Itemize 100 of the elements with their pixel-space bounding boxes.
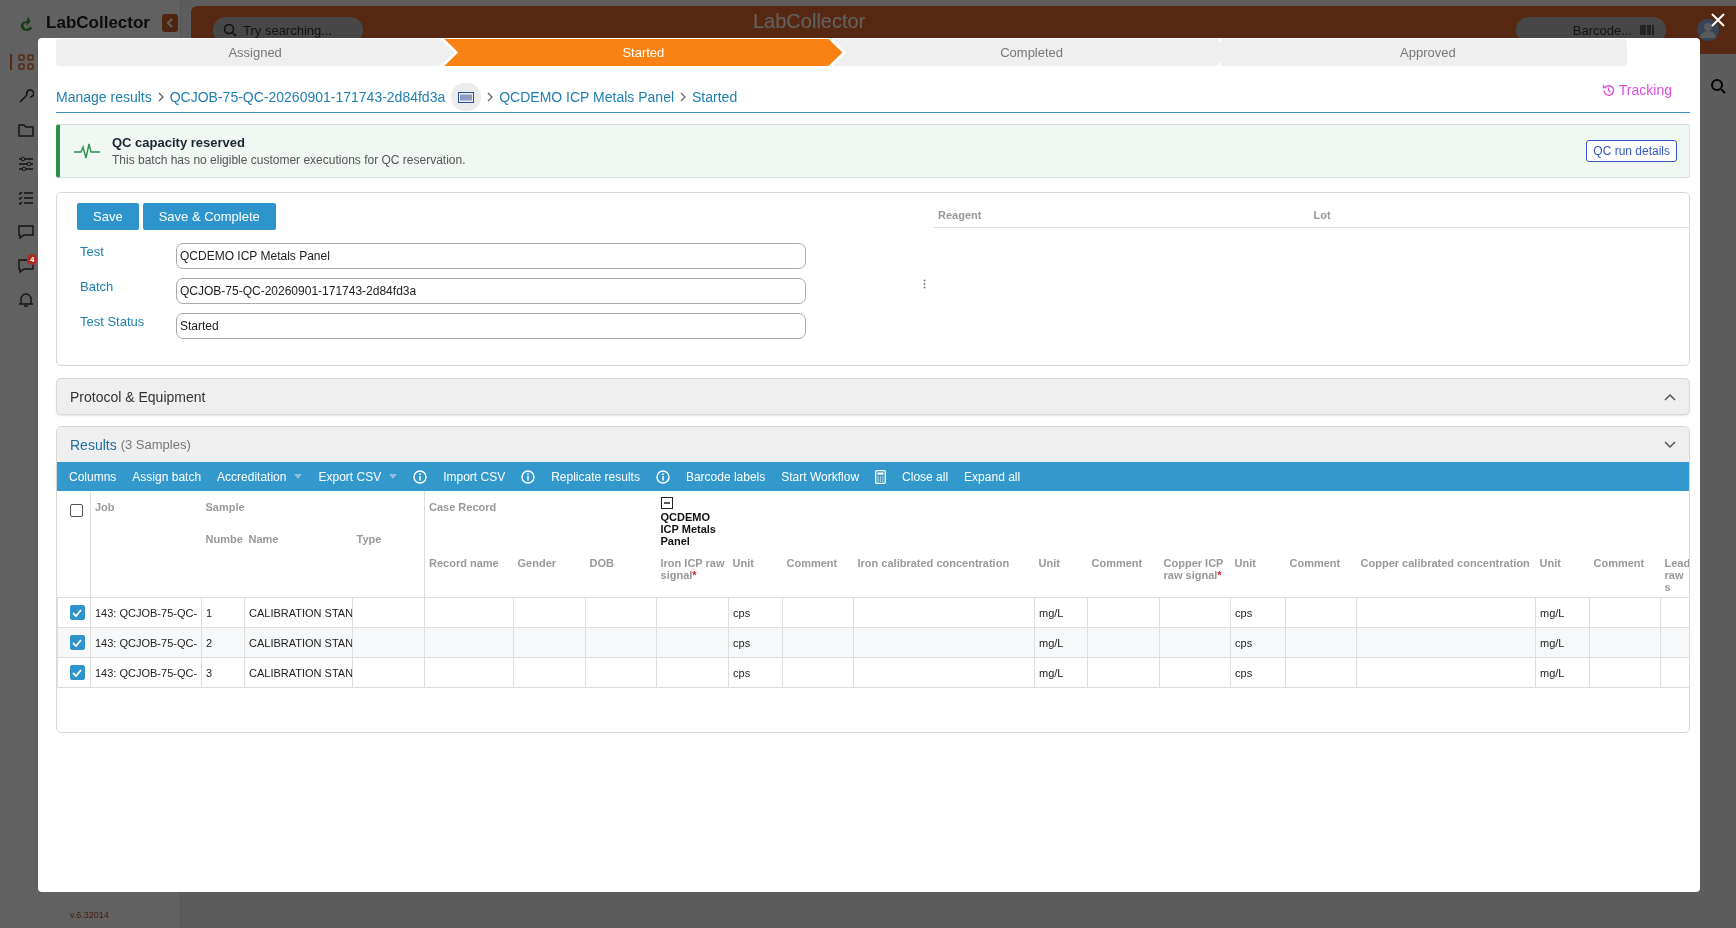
toolbar-button[interactable]: Expand all (964, 469, 1021, 484)
table-cell: 143: QCJOB-75-QC- (95, 636, 198, 649)
workflow-step[interactable]: Started (444, 39, 843, 66)
column-header: Comment (1289, 557, 1341, 569)
barcode-icon[interactable] (1640, 24, 1654, 36)
header-logo: LabCollector (753, 10, 866, 32)
collapse-icon[interactable] (660, 497, 673, 509)
column-header: Comment (1091, 557, 1143, 569)
wrench-icon[interactable] (18, 88, 34, 104)
column-header: Name (248, 533, 279, 545)
caret-icon[interactable] (294, 474, 303, 479)
toolbar-dropdown[interactable]: Accreditation (217, 469, 303, 484)
chevron-right-icon (157, 92, 164, 102)
table-cell: mg/L (1039, 666, 1064, 679)
column-header: Comment (1593, 557, 1645, 569)
chevron-icon[interactable] (1664, 392, 1676, 401)
breadcrumb-link[interactable]: QCDEMO ICP Metals Panel (499, 89, 675, 105)
table-cell: cps (1235, 606, 1253, 619)
info-icon[interactable] (655, 469, 670, 484)
table-cell: mg/L (1540, 666, 1565, 679)
column-header: Iron ICP raw signal* (660, 557, 725, 581)
field-label: Test Status (79, 314, 146, 329)
info-icon[interactable] (521, 469, 536, 484)
row-checkbox[interactable] (69, 665, 85, 680)
table-cell: 143: QCJOB-75-QC- (95, 666, 198, 679)
bell-icon[interactable] (18, 292, 34, 308)
toolbar-button[interactable]: Start Workflow (781, 469, 860, 484)
history-icon (1601, 83, 1615, 97)
table-cell: cps (733, 666, 751, 679)
toolbar-dropdown[interactable]: Export CSV (318, 469, 398, 484)
action-button[interactable]: Save (77, 203, 139, 230)
text-field[interactable]: QCJOB-75-QC-20260901-171743-2d84fd3a (176, 277, 806, 304)
collapse-sidebar-button[interactable] (161, 14, 178, 32)
section-title: Protocol & Equipment (70, 388, 206, 405)
field-label: Test (79, 244, 105, 259)
table-cell: cps (733, 636, 751, 649)
qc-run-details-button[interactable]: QC run details (1586, 140, 1677, 162)
sliders-icon[interactable] (18, 156, 34, 172)
workflow-step[interactable]: Assigned (56, 39, 455, 66)
barcode-button[interactable] (451, 83, 482, 111)
search-icon[interactable] (1710, 78, 1726, 94)
field-label: Batch (79, 279, 115, 294)
column-header: Unit (732, 557, 754, 569)
pulse-icon (74, 142, 100, 160)
table-cell: mg/L (1540, 606, 1565, 619)
table-cell: mg/L (1039, 606, 1064, 619)
chat-icon[interactable] (18, 224, 34, 240)
toolbar-button[interactable]: Import CSV (443, 469, 506, 484)
table-cell: mg/L (1540, 636, 1565, 649)
table-cell: CALIBRATION STAN (249, 606, 352, 619)
column-header: Copper calibrated concentration (1360, 557, 1530, 569)
tracking-link[interactable]: Tracking (1601, 82, 1672, 98)
text-field[interactable]: QCDEMO ICP Metals Panel (176, 242, 806, 269)
toolbar-button[interactable]: Close all (902, 469, 949, 484)
column-header: Unit (1038, 557, 1060, 569)
table-cell: mg/L (1039, 636, 1064, 649)
table-cell: cps (1235, 666, 1253, 679)
column-header: Reagent (938, 209, 983, 221)
breadcrumb-link[interactable]: Manage results (56, 89, 152, 105)
checklist-icon[interactable] (18, 190, 34, 206)
chevron-icon[interactable] (1664, 440, 1676, 449)
row-checkbox[interactable] (69, 635, 85, 650)
section-header[interactable]: Protocol & Equipment (56, 378, 1690, 415)
chevron-right-icon (487, 92, 494, 102)
version-label: v.6.32014 (69, 910, 110, 922)
close-icon[interactable] (1711, 13, 1725, 27)
toolbar-button[interactable]: Barcode labels (685, 469, 766, 484)
alert-title: QC capacity reserved (112, 135, 246, 150)
column-header: Unit (1539, 557, 1561, 569)
breadcrumb-link[interactable]: QCJOB-75-QC-20260901-171743-2d84fd3a (169, 89, 446, 105)
sample-count: (3 Samples) (120, 437, 191, 452)
search-icon (223, 23, 237, 37)
toolbar-button[interactable]: Columns (69, 469, 117, 484)
more-icon[interactable] (923, 279, 926, 289)
table-cell: cps (733, 606, 751, 619)
folder-icon[interactable] (18, 122, 34, 138)
info-icon[interactable] (413, 469, 428, 484)
column-header: Record name (429, 557, 499, 569)
notification-count: 4 (27, 254, 38, 265)
table-cell: CALIBRATION STAN (249, 666, 352, 679)
column-header: Lead raw s (1664, 557, 1689, 593)
select-all-checkbox[interactable] (70, 503, 84, 517)
action-button[interactable]: Save & Complete (142, 203, 276, 230)
row-checkbox[interactable] (69, 605, 85, 620)
table-cell: 2 (206, 636, 213, 649)
table-cell: 3 (206, 666, 213, 679)
caret-icon[interactable] (389, 474, 398, 479)
toolbar-button[interactable]: Assign batch (132, 469, 202, 484)
breadcrumb-link[interactable]: Started (692, 89, 738, 105)
column-header: Copper ICP raw signal* (1163, 557, 1224, 581)
toolbar-button[interactable]: Replicate results (551, 469, 640, 484)
dashboard-icon[interactable] (10, 54, 34, 70)
avatar-icon[interactable] (1696, 18, 1720, 42)
column-header: DOB (589, 557, 614, 569)
app-logo: LabCollector (46, 13, 150, 33)
text-field[interactable]: Started (176, 312, 806, 339)
column-header: Iron calibrated concentration (857, 557, 1010, 569)
column-header: Numbe (205, 533, 243, 545)
calculator-icon[interactable] (875, 469, 887, 484)
workflow-step[interactable]: Approved (1220, 39, 1627, 66)
